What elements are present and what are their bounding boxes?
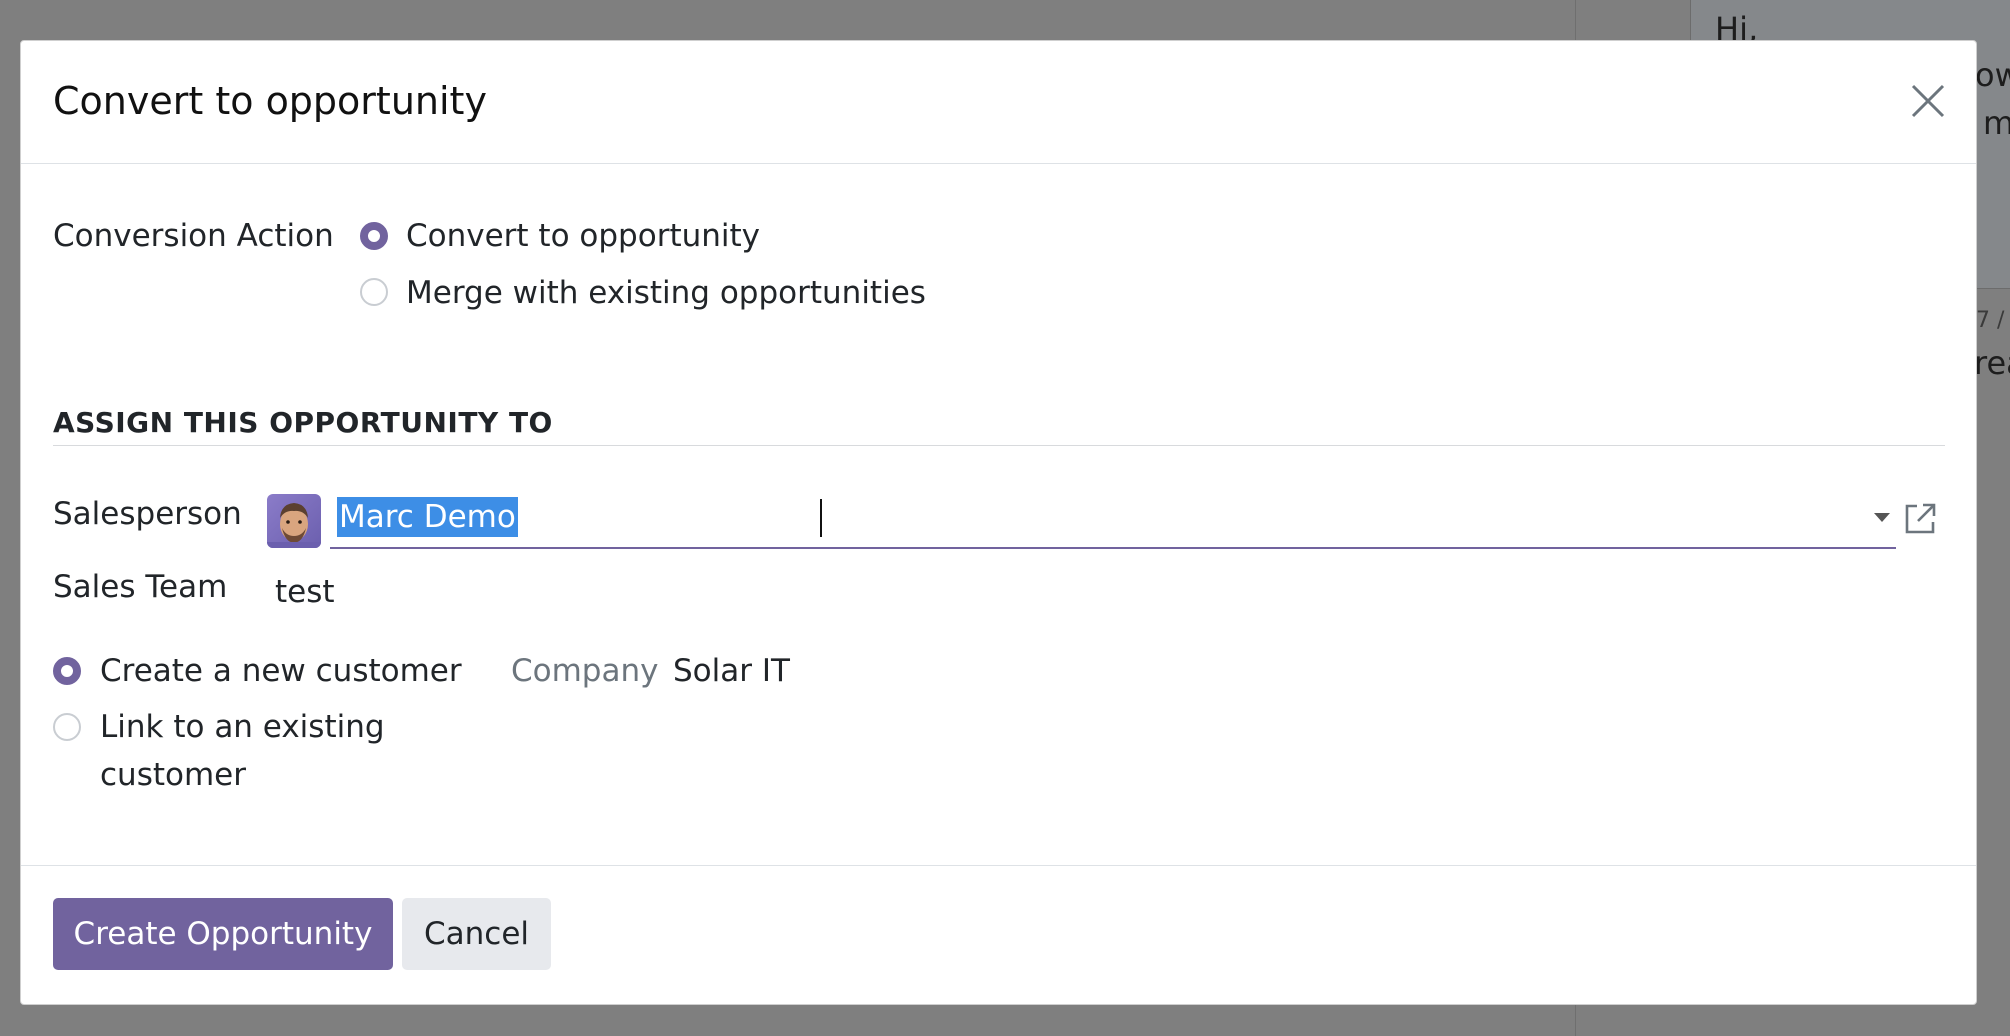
radio-label-create-new-customer[interactable]: Create a new customer xyxy=(100,653,462,689)
background-text-line: m xyxy=(1983,104,2010,142)
convert-opportunity-dialog: Convert to opportunity Conversion Action… xyxy=(20,40,1977,1005)
dialog-title: Convert to opportunity xyxy=(53,79,487,123)
company-label: Company xyxy=(511,653,659,689)
company-value: Solar IT xyxy=(673,653,790,689)
create-opportunity-button[interactable]: Create Opportunity xyxy=(53,898,393,970)
section-divider xyxy=(53,445,1945,446)
chevron-down-icon[interactable] xyxy=(1874,513,1890,522)
radio-merge-opportunities[interactable] xyxy=(360,278,388,306)
cancel-button[interactable]: Cancel xyxy=(402,898,551,970)
external-link-icon[interactable] xyxy=(1901,500,1939,538)
radio-link-existing-customer[interactable] xyxy=(53,713,81,741)
conversion-action-label: Conversion Action xyxy=(53,218,334,254)
radio-label-link-existing-customer[interactable]: Link to an existing xyxy=(100,709,385,745)
sales-team-label: Sales Team xyxy=(53,569,228,605)
user-avatar-icon xyxy=(267,503,321,548)
text-caret xyxy=(820,499,822,537)
salesperson-label: Salesperson xyxy=(53,496,242,532)
close-icon xyxy=(1911,84,1945,118)
background-text-line: rea xyxy=(1974,344,2010,382)
salesperson-value[interactable]: Marc Demo xyxy=(337,497,518,537)
radio-convert-to-opportunity[interactable] xyxy=(360,222,388,250)
dialog-header: Convert to opportunity xyxy=(21,41,1976,164)
dialog-footer: Create Opportunity Cancel xyxy=(21,865,1976,1004)
background-text-line: ow xyxy=(1975,56,2010,94)
radio-label-merge-opportunities[interactable]: Merge with existing opportunities xyxy=(406,275,926,311)
radio-label-convert-to-opportunity[interactable]: Convert to opportunity xyxy=(406,218,760,254)
radio-label-link-existing-customer-line2[interactable]: customer xyxy=(100,757,246,793)
sales-team-value[interactable]: test xyxy=(275,574,335,610)
salesperson-avatar xyxy=(267,494,321,548)
assign-section-title: ASSIGN THIS OPPORTUNITY TO xyxy=(53,406,553,439)
close-button[interactable] xyxy=(1906,79,1950,123)
salesperson-input[interactable]: Marc Demo xyxy=(330,489,1896,549)
radio-create-new-customer[interactable] xyxy=(53,657,81,685)
